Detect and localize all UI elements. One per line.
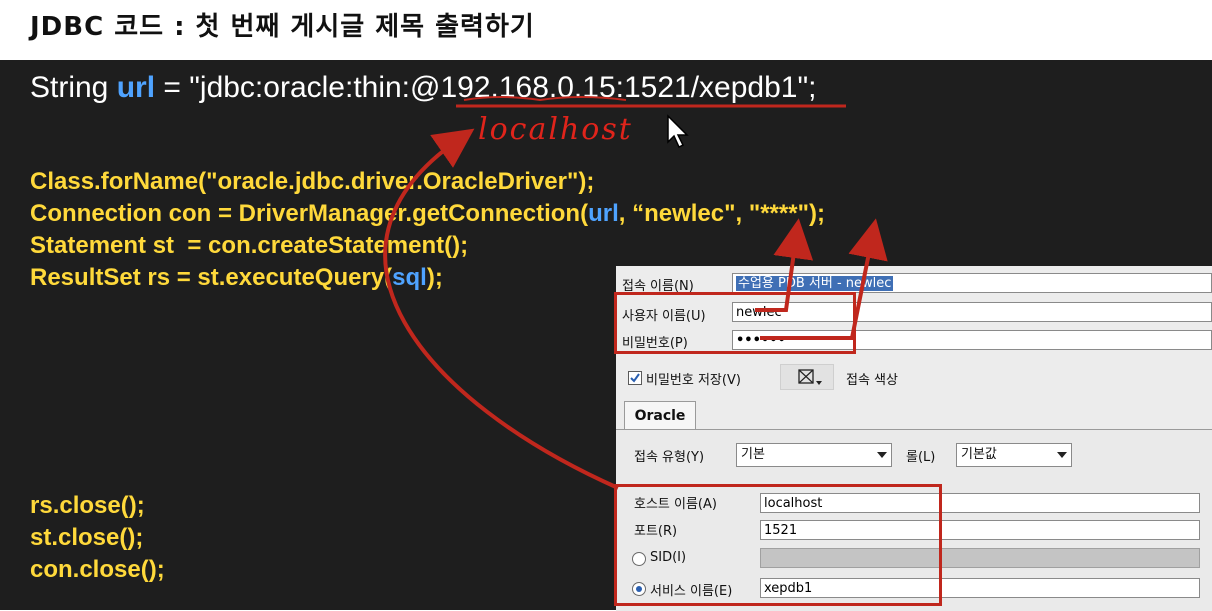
code-token: ); <box>426 264 443 291</box>
code-line-connection: Connection con = DriverManager.getConnec… <box>30 200 825 228</box>
connection-type-select[interactable]: 기본 <box>736 443 892 467</box>
code-line-class-forname: Class.forName("oracle.jdbc.driver.Oracle… <box>30 168 595 195</box>
connection-type-label: 접속 유형(Y) <box>634 450 705 465</box>
save-password-checkbox[interactable] <box>628 371 642 385</box>
code-line-con-close: con.close(); <box>30 556 165 583</box>
code-line-url: String url = "jdbc:oracle:thin:@192.168.… <box>30 71 816 105</box>
code-token: ResultSet rs = st.executeQuery( <box>30 264 393 291</box>
role-select[interactable]: 기본값 <box>956 443 1072 467</box>
role-value: 기본값 <box>961 447 997 462</box>
code-token: , “newlec", "****"); <box>618 200 825 227</box>
credentials-highlight-box <box>614 292 856 354</box>
connection-type-value: 기본 <box>741 447 765 462</box>
code-token-sql: sql <box>392 264 427 291</box>
code-line-rs-close: rs.close(); <box>30 492 145 519</box>
chevron-down-icon <box>877 452 887 458</box>
code-token: Connection con = DriverManager.getConnec… <box>30 200 589 227</box>
connection-name-value: 수업용 PDB 서버 - newlec <box>736 276 894 291</box>
code-line-resultset: ResultSet rs = st.executeQuery(sql); <box>30 264 443 292</box>
handwritten-annotation: localhost <box>478 112 633 147</box>
color-picker-button[interactable] <box>780 364 834 390</box>
connection-name-field[interactable]: 수업용 PDB 서버 - newlec <box>732 273 1212 293</box>
save-password-label: 비밀번호 저장(V) <box>646 373 741 388</box>
code-token: String <box>30 71 117 104</box>
code-keyword-url: url <box>116 71 156 104</box>
code-token-url: url <box>588 200 619 227</box>
role-label: 롤(L) <box>906 450 936 465</box>
color-swatch-icon <box>798 369 822 385</box>
tab-oracle[interactable]: Oracle <box>624 401 696 430</box>
code-line-statement: Statement st = con.createStatement(); <box>30 232 469 259</box>
checkmark-icon <box>630 373 640 383</box>
mouse-cursor-icon <box>667 114 689 149</box>
connection-color-label: 접속 색상 <box>846 373 898 388</box>
code-token: = "jdbc:oracle:thin:@192.168.0.15:1521/x… <box>155 71 817 104</box>
code-line-st-close: st.close(); <box>30 524 144 551</box>
chevron-down-icon <box>1057 452 1067 458</box>
slide-title: JDBC 코드 : 첫 번째 게시글 제목 출력하기 <box>30 12 535 42</box>
host-settings-highlight-box <box>614 484 942 606</box>
